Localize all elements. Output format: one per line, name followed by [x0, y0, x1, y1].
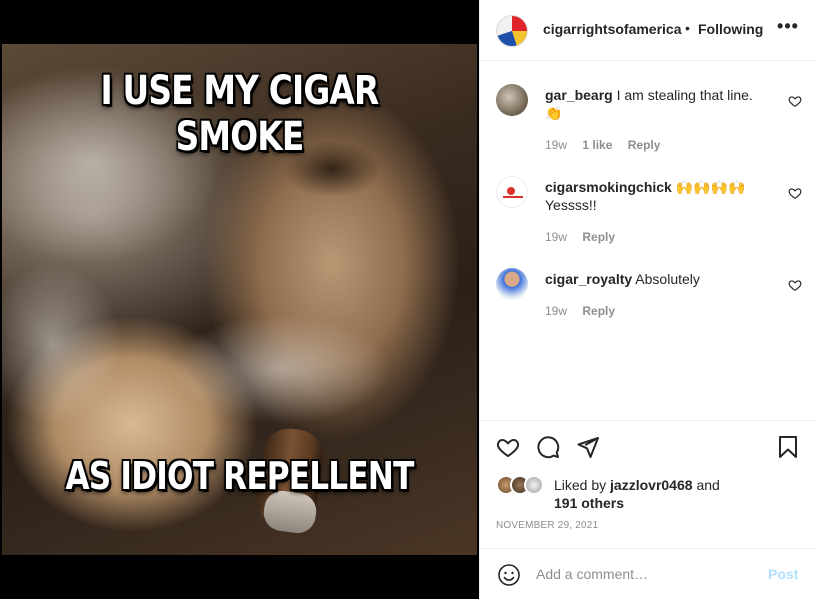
- post-sidebar: cigarrightsofamerica • Following ••• gar…: [479, 0, 815, 599]
- author-avatar[interactable]: [496, 15, 528, 47]
- post-media[interactable]: I USE MY CIGAR SMOKE AS IDIOT REPELLENT: [0, 0, 479, 599]
- commenter-username[interactable]: cigar_royalty: [545, 271, 632, 287]
- comment-meta: 19w Reply: [545, 304, 627, 318]
- commenter-avatar[interactable]: [496, 176, 528, 208]
- header-separator: •: [685, 20, 690, 36]
- likes-others-link[interactable]: 191 others: [554, 495, 624, 511]
- liker-username[interactable]: jazzlovr0468: [610, 477, 693, 493]
- comment-emoji: 👏: [545, 105, 563, 121]
- liked-by-text: Liked by jazzlovr0468 and 191 others: [554, 476, 804, 512]
- comment-input[interactable]: [536, 562, 756, 586]
- comment-body: cigar_royalty Absolutely: [545, 270, 777, 288]
- comment-time[interactable]: 19w: [545, 138, 567, 152]
- comment-body: cigarsmokingchick 🙌🙌🙌🙌 Yessss!!: [545, 178, 777, 214]
- liked-by-prefix: Liked by: [554, 477, 607, 493]
- commenter-username[interactable]: gar_bearg: [545, 87, 613, 103]
- smoke-wisp-left: [2, 264, 122, 424]
- commenter-username[interactable]: cigarsmokingchick: [545, 179, 672, 195]
- like-comment-icon[interactable]: [788, 278, 802, 292]
- comment-bubble-icon[interactable]: [536, 435, 560, 459]
- liked-by-conj: and: [696, 477, 720, 493]
- comment-meta: 19w 1 like Reply: [545, 138, 672, 152]
- smoke-wisp: [172, 314, 392, 424]
- comment-time[interactable]: 19w: [545, 304, 567, 318]
- post-header: cigarrightsofamerica • Following •••: [480, 0, 815, 61]
- brand-logo-icon: [503, 187, 523, 198]
- commenter-avatar[interactable]: [496, 268, 528, 300]
- commenter-avatar[interactable]: [496, 84, 528, 116]
- reply-button[interactable]: Reply: [582, 304, 615, 318]
- comment-text: I am stealing that line.: [616, 87, 753, 103]
- comment-body: gar_bearg I am stealing that line. 👏: [545, 86, 777, 122]
- share-paper-plane-icon[interactable]: [576, 435, 600, 459]
- reply-button[interactable]: Reply: [628, 138, 661, 152]
- author-username[interactable]: cigarrightsofamerica: [543, 21, 682, 37]
- like-comment-icon[interactable]: [788, 186, 802, 200]
- comment-likes[interactable]: 1 like: [582, 138, 612, 152]
- post-actions: Liked by jazzlovr0468 and 191 others Nov…: [480, 420, 815, 550]
- comment-text: 🙌🙌🙌🙌: [675, 179, 746, 195]
- like-comment-icon[interactable]: [788, 94, 802, 108]
- more-options-icon[interactable]: •••: [777, 17, 799, 41]
- emoji-icon[interactable]: [497, 563, 521, 587]
- following-button[interactable]: Following: [698, 21, 763, 37]
- liked-by-row: Liked by jazzlovr0468 and 191 others: [496, 475, 796, 515]
- comment-text-2: Yessss!!: [545, 197, 597, 213]
- save-bookmark-icon[interactable]: [776, 435, 800, 459]
- post-photo: I USE MY CIGAR SMOKE AS IDIOT REPELLENT: [2, 44, 477, 555]
- comment-text: Absolutely: [635, 271, 700, 287]
- add-comment-bar: Post: [480, 548, 815, 599]
- meme-caption-top: I USE MY CIGAR SMOKE: [100, 68, 380, 160]
- comment-meta: 19w Reply: [545, 230, 627, 244]
- like-heart-icon[interactable]: [496, 435, 520, 459]
- comment-time[interactable]: 19w: [545, 230, 567, 244]
- reply-button[interactable]: Reply: [582, 230, 615, 244]
- meme-caption-bottom: AS IDIOT REPELLENT: [65, 454, 414, 498]
- post-date[interactable]: November 29, 2021: [496, 520, 598, 531]
- post-comment-button[interactable]: Post: [768, 566, 798, 582]
- liker-avatar[interactable]: [524, 475, 544, 495]
